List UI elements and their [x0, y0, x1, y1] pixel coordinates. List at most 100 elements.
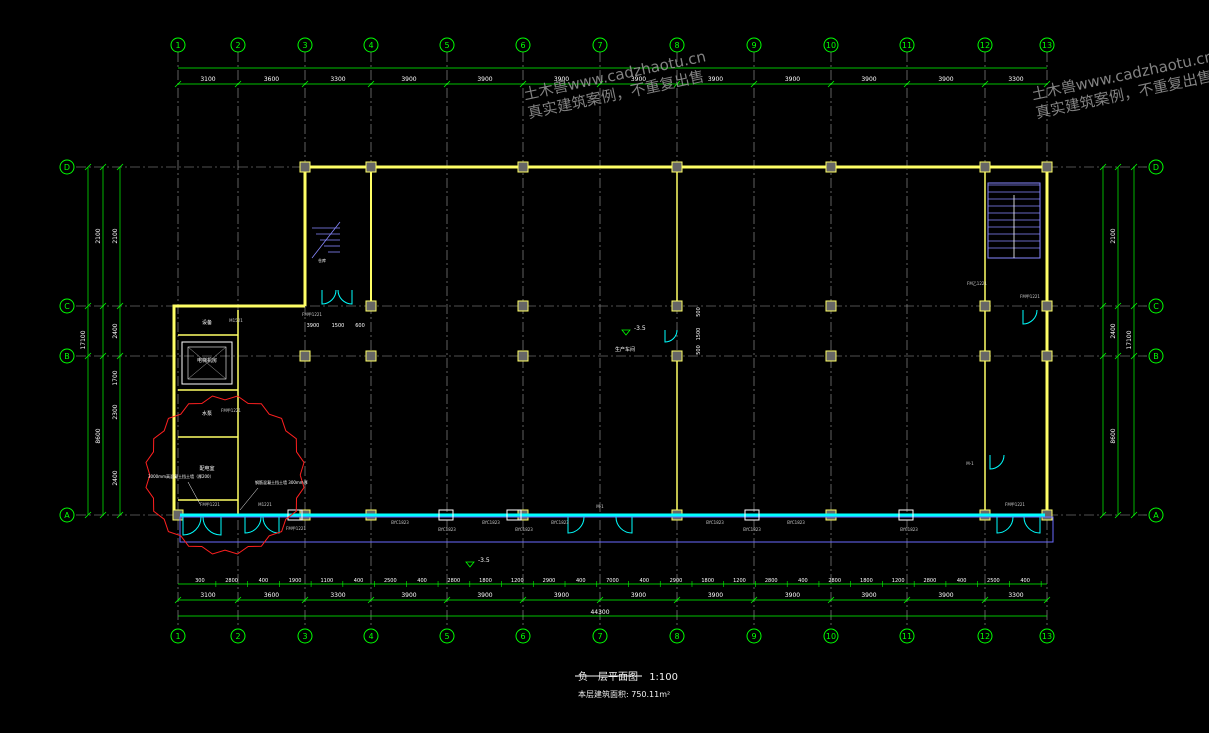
wall-inner-gap: [306, 168, 1046, 513]
axis-bubble-label: 5: [444, 41, 449, 50]
axis-bubble-label: 12: [980, 41, 990, 50]
detail-dim-label: 1800: [701, 578, 714, 584]
door-label: FM甲1221: [200, 502, 220, 507]
column: [299, 161, 311, 173]
column: [1041, 161, 1053, 173]
bottom-dim-label: 3300: [330, 592, 345, 599]
door-11: [1022, 309, 1038, 325]
detail-dim-label: 400: [576, 578, 586, 584]
top-dim-label: 3300: [1008, 76, 1023, 83]
right-dim-total: 17100: [1126, 330, 1133, 349]
room-label-power: 配电室: [199, 465, 214, 472]
annotation-left: 3000mm高混凝土挡土墙（厚200）: [148, 473, 214, 479]
door-label: BYC1823: [391, 520, 409, 525]
door-3: [244, 516, 262, 534]
drawing-scale: 1:100: [649, 672, 679, 683]
axis-bubble-label: B: [1153, 352, 1159, 361]
door-m1a: [567, 516, 585, 534]
column: [825, 350, 837, 362]
leader-right: [239, 487, 259, 511]
door-label: FM甲1221: [1020, 294, 1040, 299]
left-dim-ba: 1700: [112, 370, 119, 385]
room-label-store: 仓库: [318, 257, 326, 263]
detail-dim-label: 7000: [606, 578, 619, 584]
axis-bubble-label: 2: [235, 632, 240, 641]
small-dim: 600: [355, 323, 365, 329]
level-mark: -3.5: [634, 325, 646, 332]
axis-bubble-label: 13: [1042, 41, 1052, 50]
detail-dim-label: 2800: [765, 578, 778, 584]
door-label: BYC1823: [551, 520, 569, 525]
top-dim-label: 3300: [330, 76, 345, 83]
axis-bubble-label: 1: [175, 632, 180, 641]
axis-bubble-label: 12: [980, 632, 990, 641]
door-label: BYC1823: [743, 527, 761, 532]
axis-bubble-label: 6: [520, 41, 525, 50]
door-label: FM甲1221: [221, 408, 241, 413]
axis-bubble-label: 10: [826, 632, 836, 641]
detail-dim-label: 1800: [479, 578, 492, 584]
bottom-dim-label: 3900: [401, 592, 416, 599]
column: [671, 300, 683, 312]
door-label: BYC1823: [438, 527, 456, 532]
axis-bubble-label: C: [1153, 302, 1159, 311]
top-dim-label: 3900: [477, 76, 492, 83]
bottom-dim-label: 3900: [861, 592, 876, 599]
axis-bubble-label: 5: [444, 632, 449, 641]
detail-dim-label: 300: [195, 578, 205, 584]
door-10: [989, 454, 1005, 470]
bottom-dim-label: 3900: [938, 592, 953, 599]
annotation-right: 钢筋混凝土挡土墙 300mm厚: [255, 479, 308, 485]
axis-bubble-label: 9: [751, 41, 756, 50]
door-5: [996, 516, 1014, 534]
detail-dim-label: 1900: [289, 578, 302, 584]
door-label: M-1: [596, 504, 604, 509]
door-label: FM乙1221: [967, 280, 987, 286]
top-dim-label: 3900: [861, 76, 876, 83]
drawing-title-block: 负一层平面图 1:100: [578, 668, 678, 683]
detail-dim-label: 2800: [447, 578, 460, 584]
bottom-dim-label: 3900: [477, 592, 492, 599]
drawing-title: 负一层平面图: [578, 672, 638, 683]
axis-bubble-label: 10: [826, 41, 836, 50]
door-label: BYC1823: [515, 527, 533, 532]
detail-dim-label: 2500: [987, 578, 1000, 584]
floor-plan: [145, 161, 1054, 677]
axis-bubble-label: 2: [235, 41, 240, 50]
detail-dim-label: 1200: [892, 578, 905, 584]
door-m1b: [615, 516, 633, 534]
axis-bubble-label: 9: [751, 632, 756, 641]
door-label: M-1: [966, 461, 974, 466]
left-dim-small2: 2400: [112, 470, 119, 485]
outer-wall-main: [303, 165, 1049, 515]
door-label: BYC1823: [900, 527, 918, 532]
bottom-dim-label: 3900: [785, 592, 800, 599]
axis-bubble-label: 3: [302, 41, 307, 50]
door-9: [664, 329, 678, 343]
small-dim: 1500: [332, 323, 345, 329]
dimension-lines: [84, 67, 1138, 617]
small-dim: 3900: [307, 323, 320, 329]
bottom-dim-label: 3900: [554, 592, 569, 599]
column: [517, 350, 529, 362]
bottom-dim-label: 3100: [200, 592, 215, 599]
column: [979, 300, 991, 312]
door-2: [202, 516, 222, 536]
detail-dim-label: 1200: [733, 578, 746, 584]
door-label: BYC1823: [706, 520, 724, 525]
column: [825, 300, 837, 312]
axis-bubble-label: A: [1153, 511, 1159, 520]
drawing-note: 本层建筑面积: 750.11m²: [578, 690, 671, 699]
bottom-dim-label: 3300: [1008, 592, 1023, 599]
axis-bubble-label: 8: [674, 41, 679, 50]
door-label: M1221: [258, 502, 272, 507]
small-dim: 500: [696, 307, 702, 317]
room-label-pump: 水泵: [202, 410, 212, 417]
axis-bubble-label: A: [64, 511, 70, 520]
bottom-dim-label: 3600: [264, 592, 279, 599]
door-1: [182, 516, 202, 536]
door-label: BYC1823: [482, 520, 500, 525]
left-dim-cb: 2400: [112, 323, 119, 338]
door-8: [337, 289, 353, 305]
left-dim-dc: 2100: [112, 228, 119, 243]
